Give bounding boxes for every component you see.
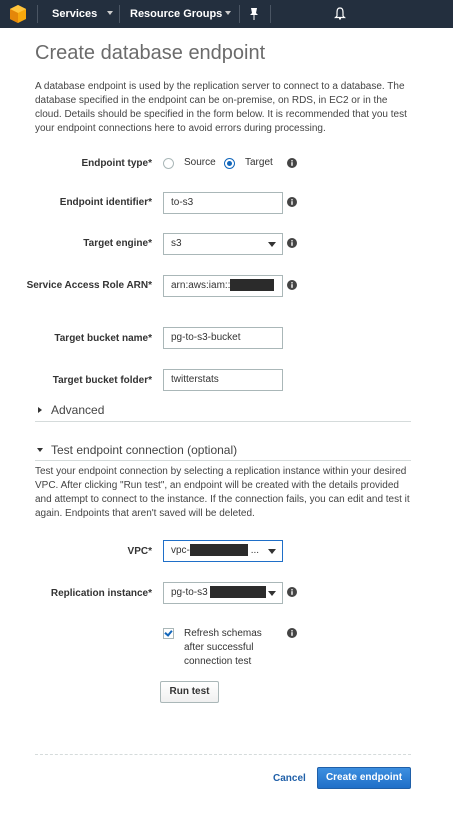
run-test-button[interactable]: Run test (160, 681, 219, 703)
chevron-right-icon[interactable] (38, 407, 42, 413)
checkmark-icon (164, 628, 173, 637)
nav-divider (270, 5, 271, 23)
source-radio[interactable] (163, 158, 174, 169)
vpc-value-prefix: vpc- (171, 545, 190, 556)
chevron-down-icon (268, 549, 276, 554)
replication-instance-label: Replication instance* (50, 588, 152, 599)
section-divider (35, 421, 411, 422)
chevron-down-icon[interactable] (225, 11, 231, 15)
resource-groups-menu[interactable]: Resource Groups (130, 0, 222, 28)
info-icon[interactable] (287, 238, 297, 248)
target-radio[interactable] (224, 158, 235, 169)
service-access-role-input[interactable]: arn:aws:iam:: (163, 275, 283, 297)
target-bucket-folder-label: Target bucket folder* (52, 375, 152, 386)
redacted-block (189, 544, 248, 557)
intro-text: A database endpoint is used by the repli… (35, 81, 407, 134)
service-access-role-label: Service Access Role ARN* (26, 280, 152, 291)
chevron-down-icon (268, 591, 276, 596)
source-radio-label: Source (184, 157, 216, 168)
endpoint-type-label: Endpoint type* (81, 158, 152, 169)
target-engine-label: Target engine* (83, 238, 152, 249)
footer-divider (35, 754, 411, 755)
chevron-down-icon[interactable] (37, 448, 43, 452)
advanced-section-toggle[interactable]: Advanced (51, 403, 104, 417)
top-nav-bar: Services Resource Groups (0, 0, 453, 28)
target-bucket-name-label: Target bucket name* (54, 333, 152, 344)
chevron-down-icon[interactable] (107, 11, 113, 15)
target-bucket-name-input[interactable]: pg-to-s3-bucket (163, 327, 283, 349)
cancel-button[interactable]: Cancel (273, 773, 306, 784)
section-divider (35, 460, 411, 461)
replication-instance-value: pg-to-s3 (171, 587, 208, 598)
info-icon[interactable] (287, 587, 297, 597)
endpoint-identifier-label: Endpoint identifier* (59, 197, 152, 208)
aws-logo-icon[interactable] (8, 4, 28, 24)
page-title: Create database endpoint (35, 42, 266, 64)
info-icon[interactable] (287, 158, 297, 168)
endpoint-identifier-input[interactable]: to-s3 (163, 192, 283, 214)
chevron-down-icon (268, 242, 276, 247)
refresh-schemas-label: Refresh schemas after successful connect… (184, 628, 262, 667)
info-icon[interactable] (287, 280, 297, 290)
info-icon[interactable] (287, 197, 297, 207)
target-radio-label: Target (245, 157, 273, 168)
test-connection-section-toggle[interactable]: Test endpoint connection (optional) (51, 443, 237, 457)
target-engine-value: s3 (171, 238, 182, 249)
bell-icon[interactable] (334, 7, 346, 21)
nav-divider (37, 5, 38, 23)
redacted-block (230, 279, 275, 292)
refresh-schemas-checkbox[interactable] (163, 628, 174, 639)
nav-divider (239, 5, 240, 23)
vpc-label: VPC* (127, 546, 152, 557)
vpc-select[interactable]: vpc- ... (163, 540, 283, 562)
nav-divider (119, 5, 120, 23)
service-access-role-value: arn:aws:iam:: (171, 280, 231, 291)
pin-icon[interactable] (248, 7, 260, 21)
target-bucket-folder-input[interactable]: twitterstats (163, 369, 283, 391)
target-engine-select[interactable]: s3 (163, 233, 283, 255)
replication-instance-select[interactable]: pg-to-s3 (163, 582, 283, 604)
create-endpoint-button[interactable]: Create endpoint (317, 767, 411, 789)
vpc-value-suffix: ... (250, 545, 260, 556)
info-icon[interactable] (287, 628, 297, 638)
services-menu[interactable]: Services (52, 0, 97, 28)
redacted-block (210, 586, 267, 599)
test-connection-description: Test your endpoint connection by selecti… (35, 466, 410, 519)
